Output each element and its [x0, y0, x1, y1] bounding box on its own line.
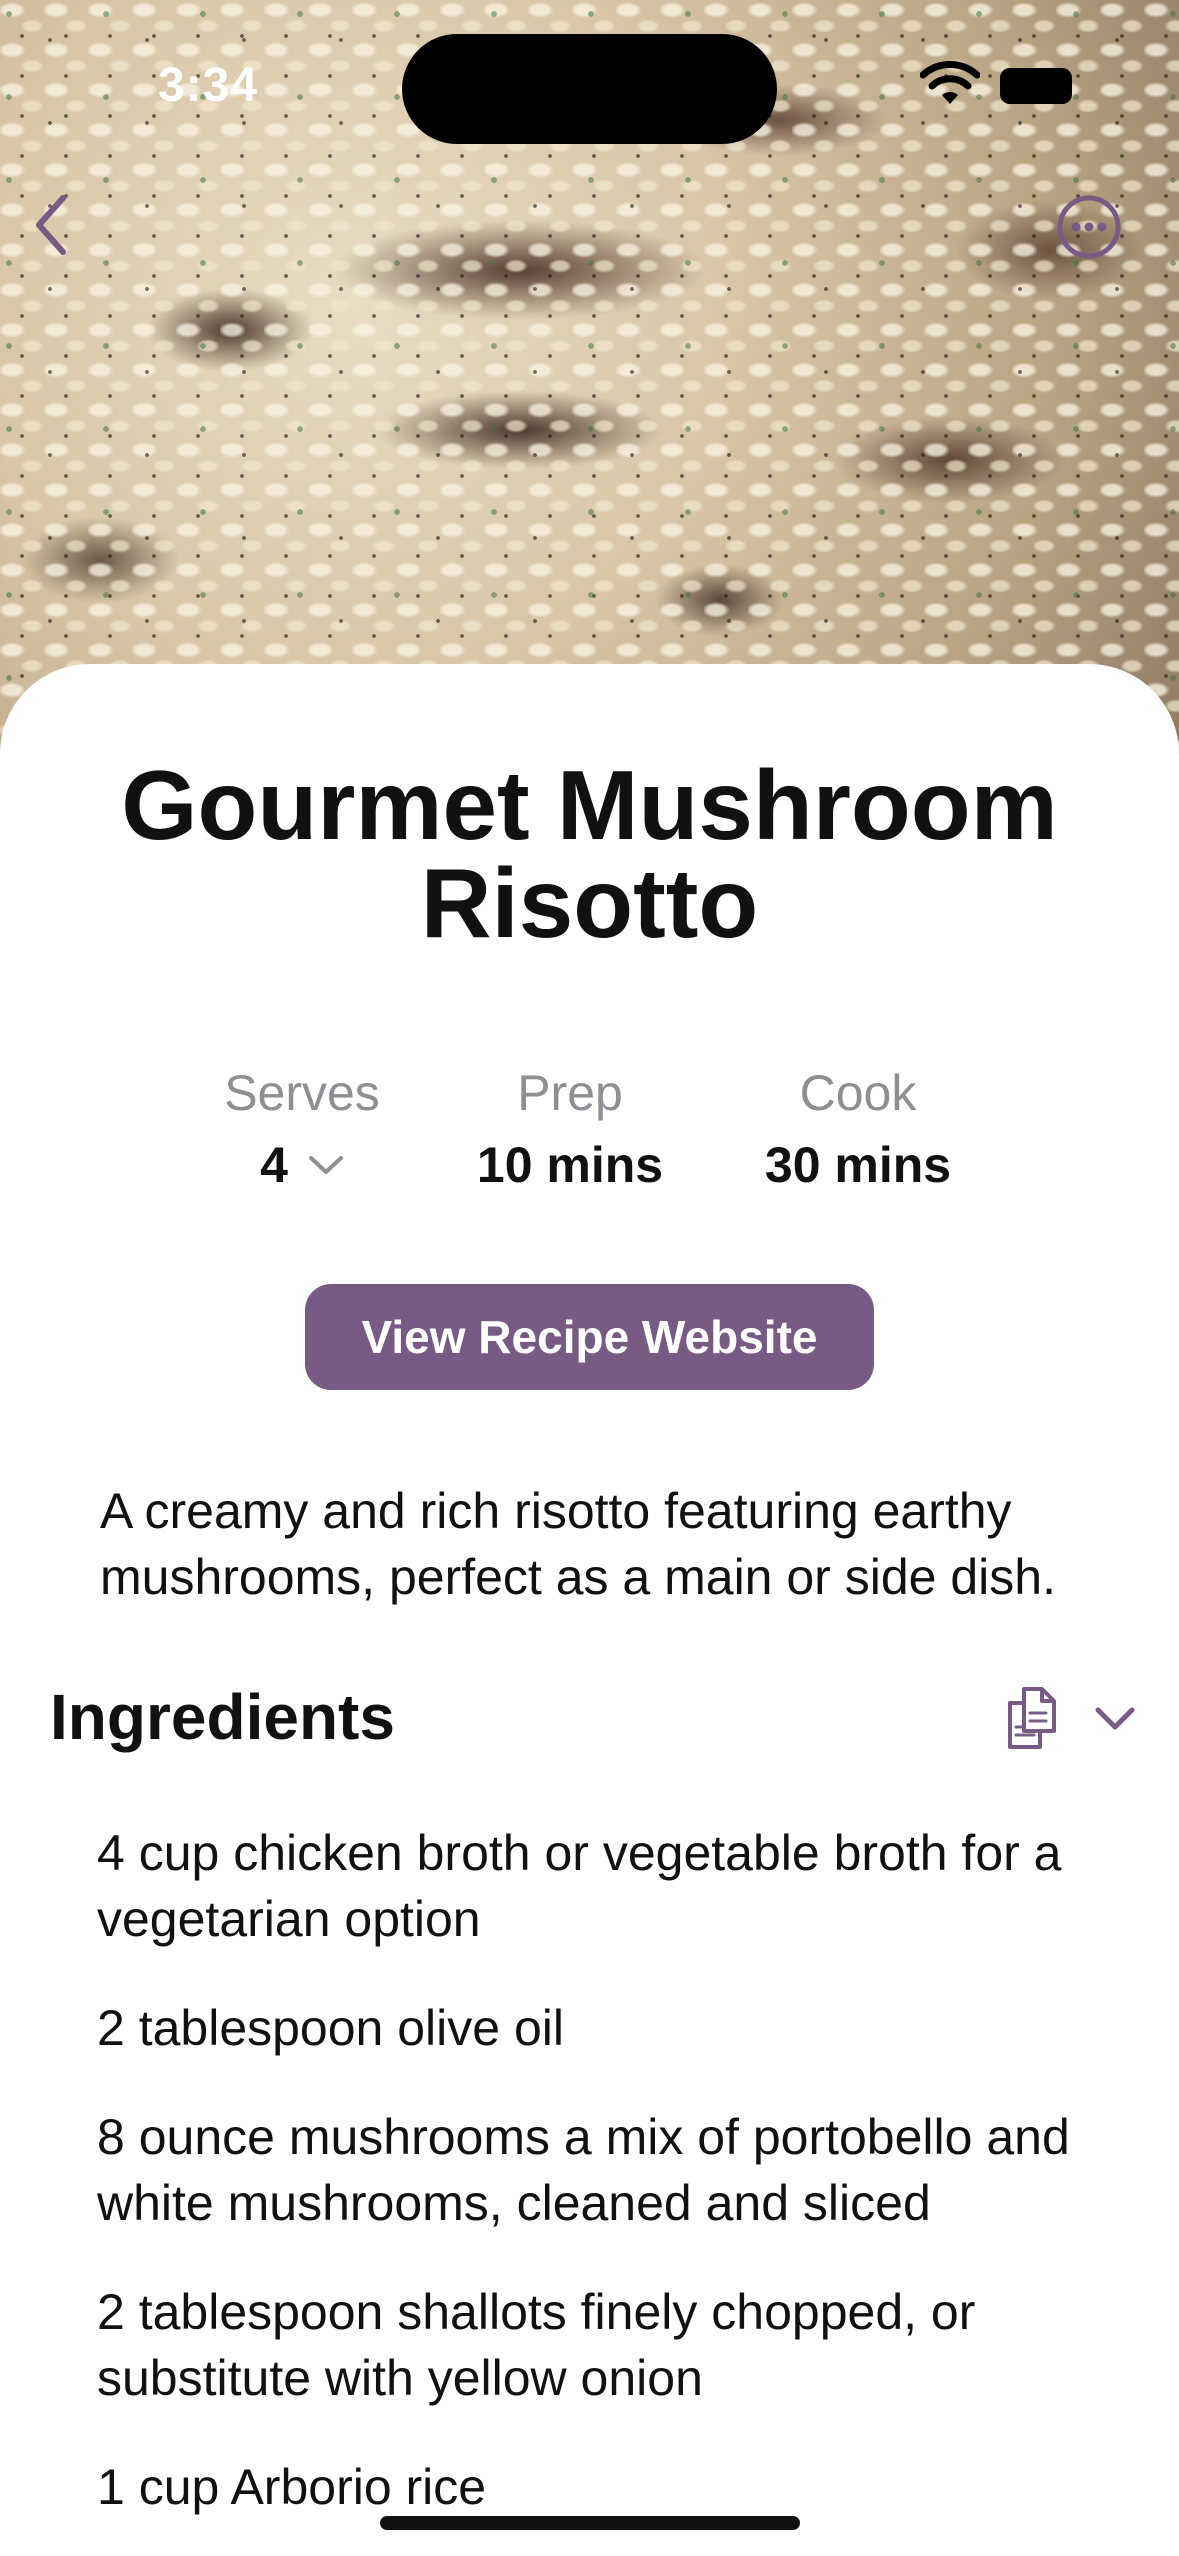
serves-stepper[interactable]: 4	[202, 1140, 402, 1190]
cook-value: 30 mins	[764, 1137, 952, 1193]
serves-info: Serves 4	[202, 1068, 402, 1190]
home-indicator[interactable]	[380, 2516, 800, 2530]
recipe-title: Gourmet Mushroom Risotto	[121, 750, 1058, 958]
ingredients-header: Ingredients	[50, 1681, 395, 1753]
copy-ingredients-button[interactable]	[1002, 1683, 1062, 1753]
view-recipe-website-button[interactable]: View Recipe Website	[305, 1284, 874, 1390]
chevron-left-icon	[36, 195, 66, 255]
status-time: 3:34	[158, 59, 259, 112]
ellipsis-circle-icon	[1057, 195, 1121, 259]
cook-label: Cook	[799, 1065, 917, 1121]
recipe-detail-screen: 3:34 Gourmet Mushroom Risotto Serves 4 P…	[0, 0, 1179, 2556]
ingredient-item: 1 cup Arborio rice	[97, 2459, 487, 2515]
copy-icon	[1008, 1687, 1056, 1749]
ingredient-item: 4 cup chicken broth or vegetable broth f…	[97, 1825, 1062, 1947]
ingredient-item: 2 tablespoon shallots finely chopped, or…	[97, 2284, 976, 2406]
prep-label: Prep	[517, 1065, 623, 1121]
ingredient-item: 8 ounce mushrooms a mix of portobello an…	[97, 2109, 1070, 2231]
back-button[interactable]	[16, 190, 86, 260]
chevron-down-icon	[308, 1156, 343, 1174]
wifi-icon	[920, 61, 980, 104]
dynamic-island	[402, 34, 777, 144]
recipe-description: A creamy and rich risotto featuring eart…	[100, 1483, 1056, 1605]
cook-info: Cook 30 mins	[748, 1068, 968, 1190]
ingredients-list: 4 cup chicken broth or vegetable broth f…	[97, 1820, 1097, 2556]
prep-value: 10 mins	[476, 1137, 664, 1193]
more-options-button[interactable]	[1054, 192, 1124, 262]
serves-value: 4	[260, 1137, 288, 1193]
serves-label: Serves	[224, 1065, 380, 1121]
ingredient-item: 2 tablespoon olive oil	[97, 2000, 564, 2056]
prep-info: Prep 10 mins	[460, 1068, 680, 1190]
collapse-ingredients-button[interactable]	[1090, 1700, 1140, 1740]
battery-icon	[1000, 68, 1072, 104]
chevron-down-icon	[1095, 1707, 1135, 1730]
